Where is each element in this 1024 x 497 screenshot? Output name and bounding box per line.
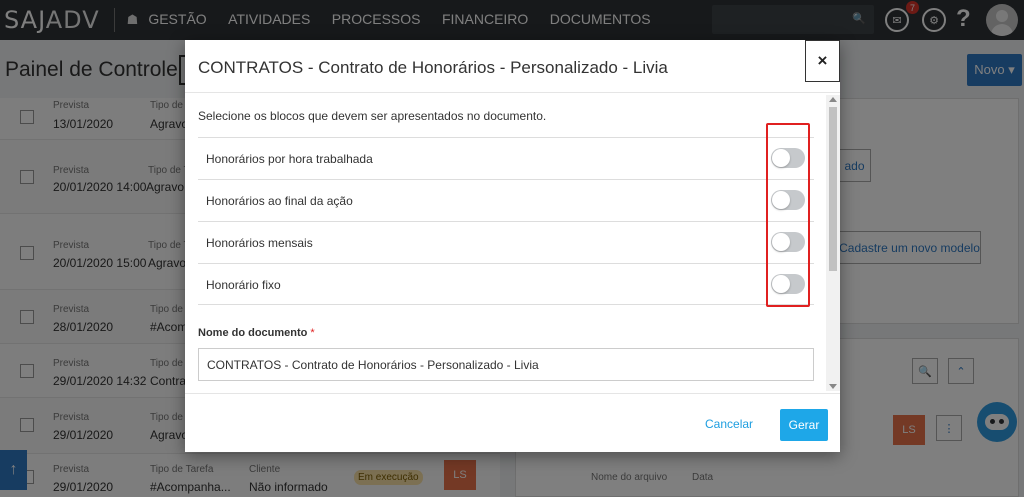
modal-footer: Cancelar Gerar: [185, 393, 840, 452]
modal-body: Selecione os blocos que devem ser aprese…: [185, 93, 840, 393]
toggle-knob: [772, 233, 790, 251]
modal-header: CONTRATOS - Contrato de Honorários - Per…: [185, 40, 840, 93]
block-label: Honorários mensais: [206, 236, 313, 250]
toggle-knob: [772, 191, 790, 209]
block-row-hourly: Honorários por hora trabalhada: [198, 137, 814, 179]
block-label: Honorários ao final da ação: [206, 194, 353, 208]
cancel-button[interactable]: Cancelar: [705, 417, 753, 431]
block-row-fixed: Honorário fixo: [198, 263, 814, 305]
scroll-up-arrow[interactable]: [829, 97, 837, 102]
toggle-knob: [772, 275, 790, 293]
modal-scrollbar[interactable]: [826, 95, 840, 391]
block-row-end-of-action: Honorários ao final da ação: [198, 179, 814, 221]
scroll-down-arrow[interactable]: [829, 384, 837, 389]
toggle-fixed[interactable]: [771, 274, 805, 294]
block-row-monthly: Honorários mensais: [198, 221, 814, 263]
generate-button[interactable]: Gerar: [780, 409, 828, 441]
instructions-text: Selecione os blocos que devem ser aprese…: [198, 109, 547, 123]
toggle-monthly[interactable]: [771, 232, 805, 252]
document-name-label-text: Nome do documento: [198, 327, 308, 339]
scroll-thumb[interactable]: [829, 107, 837, 271]
document-blocks-modal: CONTRATOS - Contrato de Honorários - Per…: [185, 40, 840, 452]
document-name-label: Nome do documento *: [198, 327, 315, 339]
toggle-knob: [772, 149, 790, 167]
close-button[interactable]: ×: [805, 40, 840, 82]
toggle-hourly[interactable]: [771, 148, 805, 168]
block-label: Honorários por hora trabalhada: [206, 152, 373, 166]
required-marker: *: [310, 327, 315, 339]
block-label: Honorário fixo: [206, 278, 281, 292]
modal-title: CONTRATOS - Contrato de Honorários - Per…: [198, 58, 668, 77]
toggle-end-of-action[interactable]: [771, 190, 805, 210]
document-name-input[interactable]: [198, 348, 814, 381]
